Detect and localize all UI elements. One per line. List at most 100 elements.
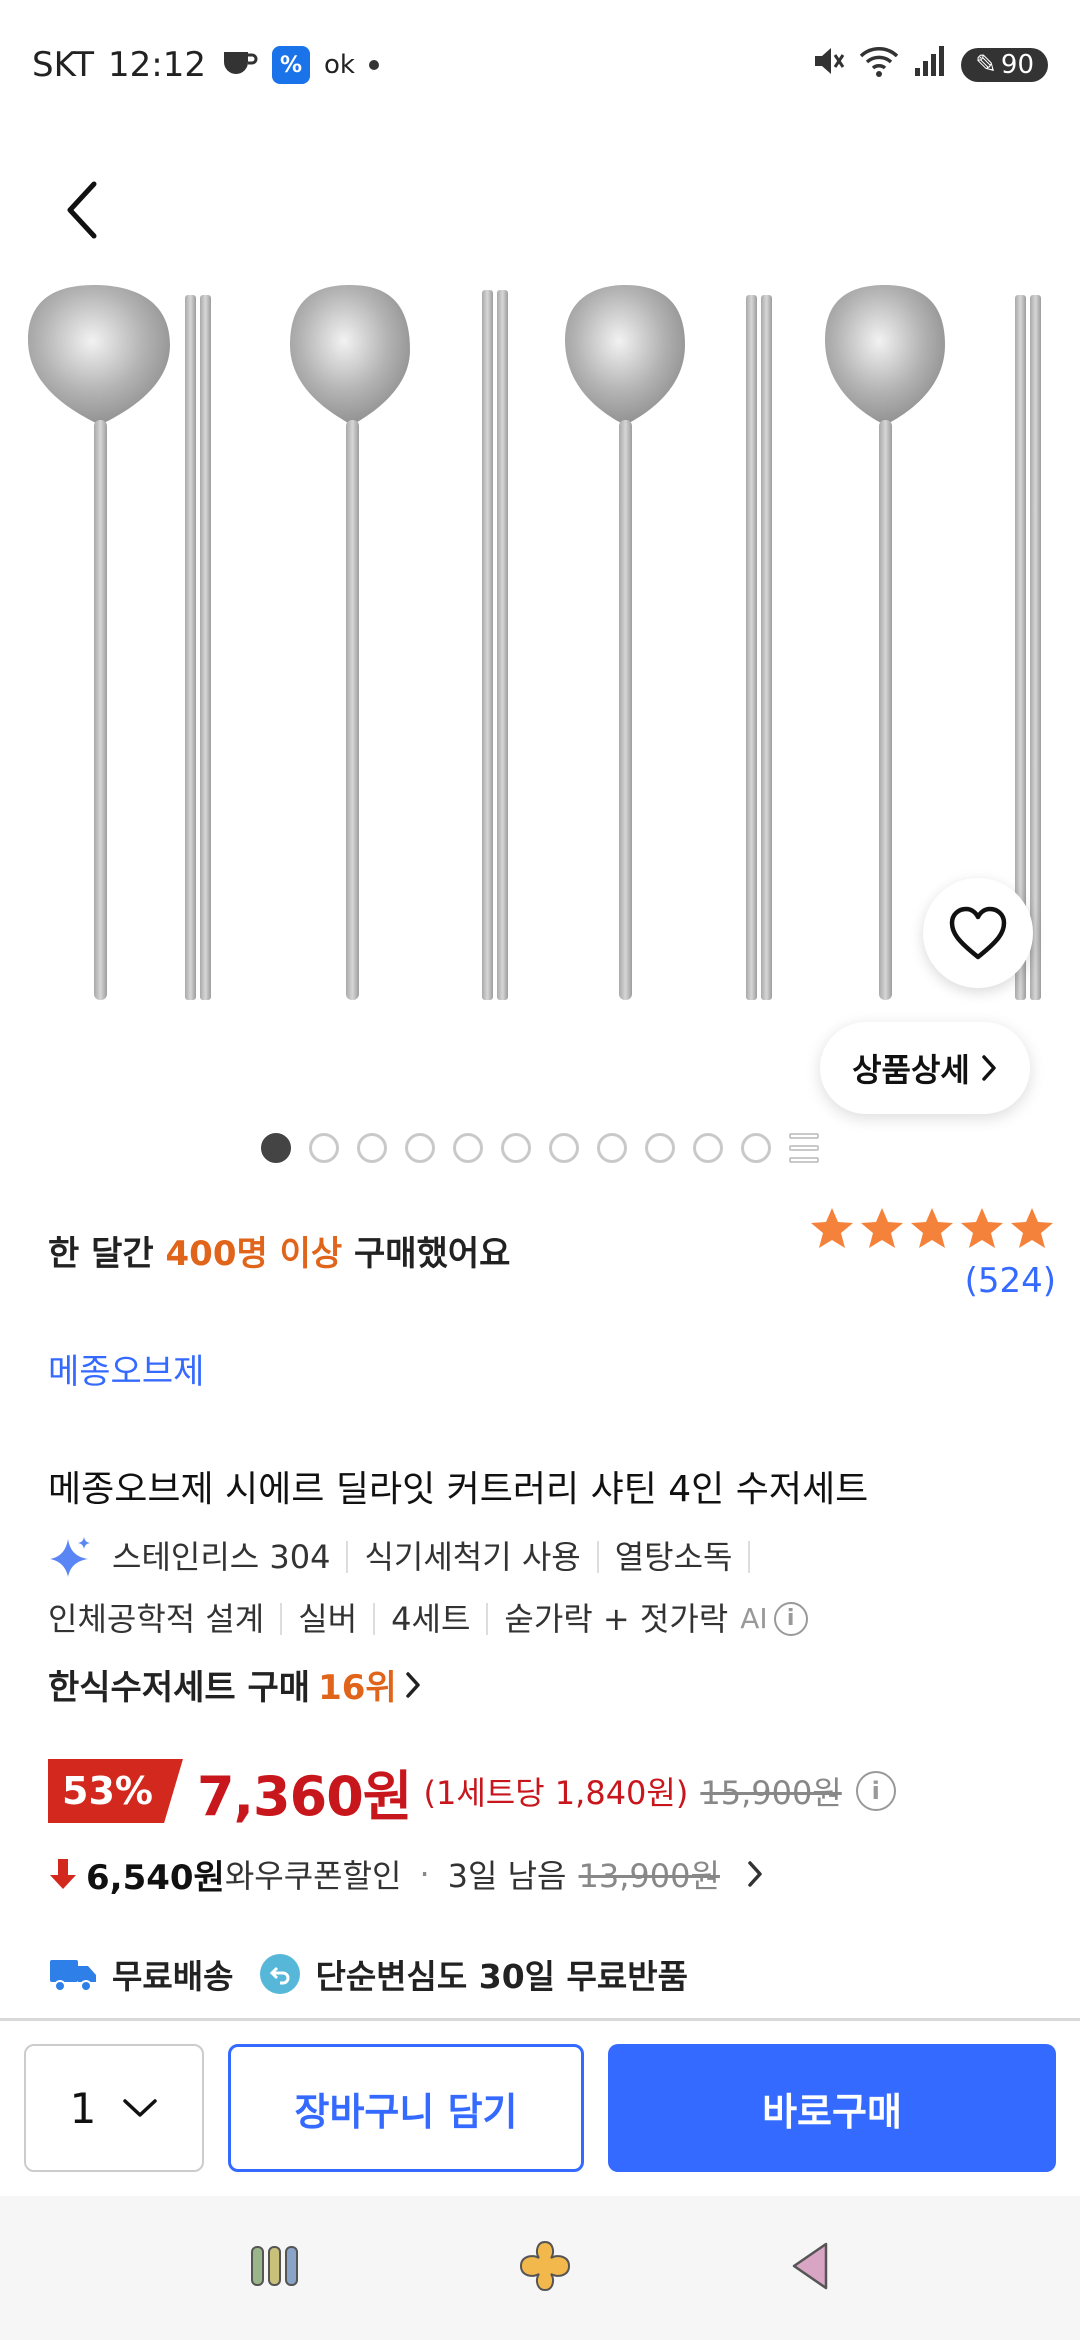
leaf-icon: ✎ (975, 50, 997, 80)
pager-dot[interactable] (405, 1133, 435, 1163)
return-icon (260, 1954, 301, 1994)
percent-app-icon: % (272, 46, 310, 84)
chevron-right-icon (405, 1671, 420, 1698)
brand-link[interactable]: 메종오브제 (48, 1344, 204, 1393)
more-notifications-icon (368, 60, 379, 70)
chevron-right-icon (982, 1055, 996, 1081)
ai-label: AI (740, 1602, 768, 1635)
coupon-row[interactable]: 6,540원 와우쿠폰할인 · 3일 남음 13,900원 (48, 1846, 764, 1902)
recent-apps-icon (250, 2246, 298, 2286)
star-icon (961, 1208, 1003, 1248)
attr-sterilization: 열탕소독 (614, 1538, 733, 1576)
star-icon (1011, 1208, 1053, 1248)
divider (748, 1541, 751, 1573)
truck-icon (50, 1960, 96, 1992)
star-icon (911, 1208, 953, 1248)
divider (346, 1541, 349, 1573)
pager-dot[interactable] (597, 1133, 627, 1163)
product-image[interactable] (0, 280, 1080, 1020)
spoon-set-1 (28, 285, 211, 1000)
review-count[interactable]: (524) (808, 1261, 1056, 1301)
pager-dot[interactable] (645, 1133, 675, 1163)
pager-dot[interactable] (693, 1133, 723, 1163)
product-attributes: 스테인리스 304 식기세척기 사용 열탕소독 인체공학적 설계 실버 4세트 … (48, 1526, 1048, 1650)
heart-icon (949, 906, 1007, 960)
spoon-set-2 (290, 285, 508, 1000)
pager-dot[interactable] (357, 1133, 387, 1163)
price-row: 53% 7,360원 (1세트당 1,840원) 15,900원 i (48, 1756, 896, 1828)
clock: 12:12 (108, 45, 206, 85)
star-icon (861, 1208, 903, 1248)
spoon-set-3 (565, 285, 772, 1000)
status-left: SKT 12:12 % ok (32, 44, 379, 87)
quantity-selector[interactable]: 1 (24, 2044, 204, 2172)
rating[interactable]: (524) (808, 1205, 1056, 1301)
purchase-highlight: 400명 이상 (165, 1234, 343, 1274)
attr-color: 실버 (298, 1600, 358, 1638)
battery-level: 90 (1000, 50, 1034, 80)
rating-stars (808, 1205, 1056, 1253)
purchase-prefix: 한 달간 (48, 1234, 166, 1274)
back-nav-button[interactable] (788, 2240, 832, 2296)
bottom-divider (0, 2018, 1080, 2021)
attr-ergonomic: 인체공학적 설계 (48, 1600, 265, 1638)
quantity-value: 1 (69, 2083, 97, 2133)
ai-info[interactable]: AI i (740, 1588, 808, 1650)
home-button[interactable] (517, 2238, 573, 2298)
coffee-app-icon (220, 44, 258, 87)
attr-composition: 숟가락 + 젓가락 (504, 1600, 729, 1638)
free-return-label: 단순변심도 30일 무료반품 (315, 1957, 688, 1996)
system-nav-bar (0, 2196, 1080, 2340)
home-icon (519, 2240, 570, 2292)
attr-dishwasher: 식기세척기 사용 (364, 1538, 581, 1576)
back-triangle-icon (793, 2242, 828, 2290)
wifi-icon (859, 44, 899, 87)
signal-icon (913, 44, 947, 87)
discount-badge: 53% (48, 1759, 183, 1823)
pager-grid-icon[interactable] (789, 1133, 819, 1163)
original-price: 15,900원 (700, 1774, 842, 1812)
free-shipping-label: 무료배송 (112, 1957, 234, 1996)
status-bar: SKT 12:12 % ok ✎ 90 (0, 0, 1080, 130)
back-button[interactable] (52, 170, 112, 250)
delivery-row: 무료배송 단순변심도 30일 무료반품 (48, 1944, 688, 2004)
status-right: ✎ 90 (809, 44, 1048, 87)
attr-sets: 4세트 (391, 1600, 471, 1638)
recent-apps-button[interactable] (248, 2243, 302, 2293)
divider (486, 1603, 489, 1635)
rank-text: 한식수저세트 구매 (48, 1668, 311, 1708)
pager-dot[interactable] (741, 1133, 771, 1163)
image-pager (0, 1130, 1080, 1166)
wishlist-button[interactable] (923, 878, 1033, 988)
price-info-icon[interactable]: i (855, 1771, 896, 1811)
buy-now-button[interactable]: 바로구매 (608, 2044, 1056, 2172)
divider (280, 1603, 283, 1635)
sale-price: 7,360원 (196, 1764, 412, 1828)
pager-dot[interactable] (261, 1133, 291, 1163)
pager-dot[interactable] (501, 1133, 531, 1163)
star-icon (811, 1208, 853, 1248)
chevron-right-icon (748, 1861, 762, 1887)
product-title: 메종오브제 시에르 딜라잇 커트러리 샤틴 4인 수저세트 (48, 1469, 869, 1510)
category-rank[interactable]: 한식수저세트 구매 16위 (48, 1660, 421, 1709)
add-to-cart-button[interactable]: 장바구니 담기 (228, 2044, 584, 2172)
battery-indicator: ✎ 90 (961, 48, 1048, 82)
pager-dot[interactable] (549, 1133, 579, 1163)
chevron-left-icon (67, 181, 97, 239)
pager-dot[interactable] (453, 1133, 483, 1163)
product-detail-label: 상품상세 (852, 1051, 970, 1089)
coupon-strike-price: 13,900원 (578, 1857, 720, 1895)
ai-sparkle-icon (48, 1535, 92, 1579)
rank-number: 16위 (318, 1668, 397, 1708)
divider (596, 1541, 599, 1573)
product-detail-button[interactable]: 상품상세 (820, 1022, 1030, 1114)
carrier-label: SKT (32, 45, 95, 85)
ok-app-icon: ok (324, 50, 355, 80)
info-icon: i (773, 1602, 808, 1636)
coupon-price: 6,540원 (86, 1857, 225, 1898)
coupon-remaining: 3일 남음 (447, 1857, 567, 1895)
down-arrow-icon (50, 1859, 76, 1889)
coupon-label: 와우쿠폰할인 (224, 1857, 402, 1895)
pager-dot[interactable] (309, 1133, 339, 1163)
coupon-dot: · (419, 1855, 430, 1893)
